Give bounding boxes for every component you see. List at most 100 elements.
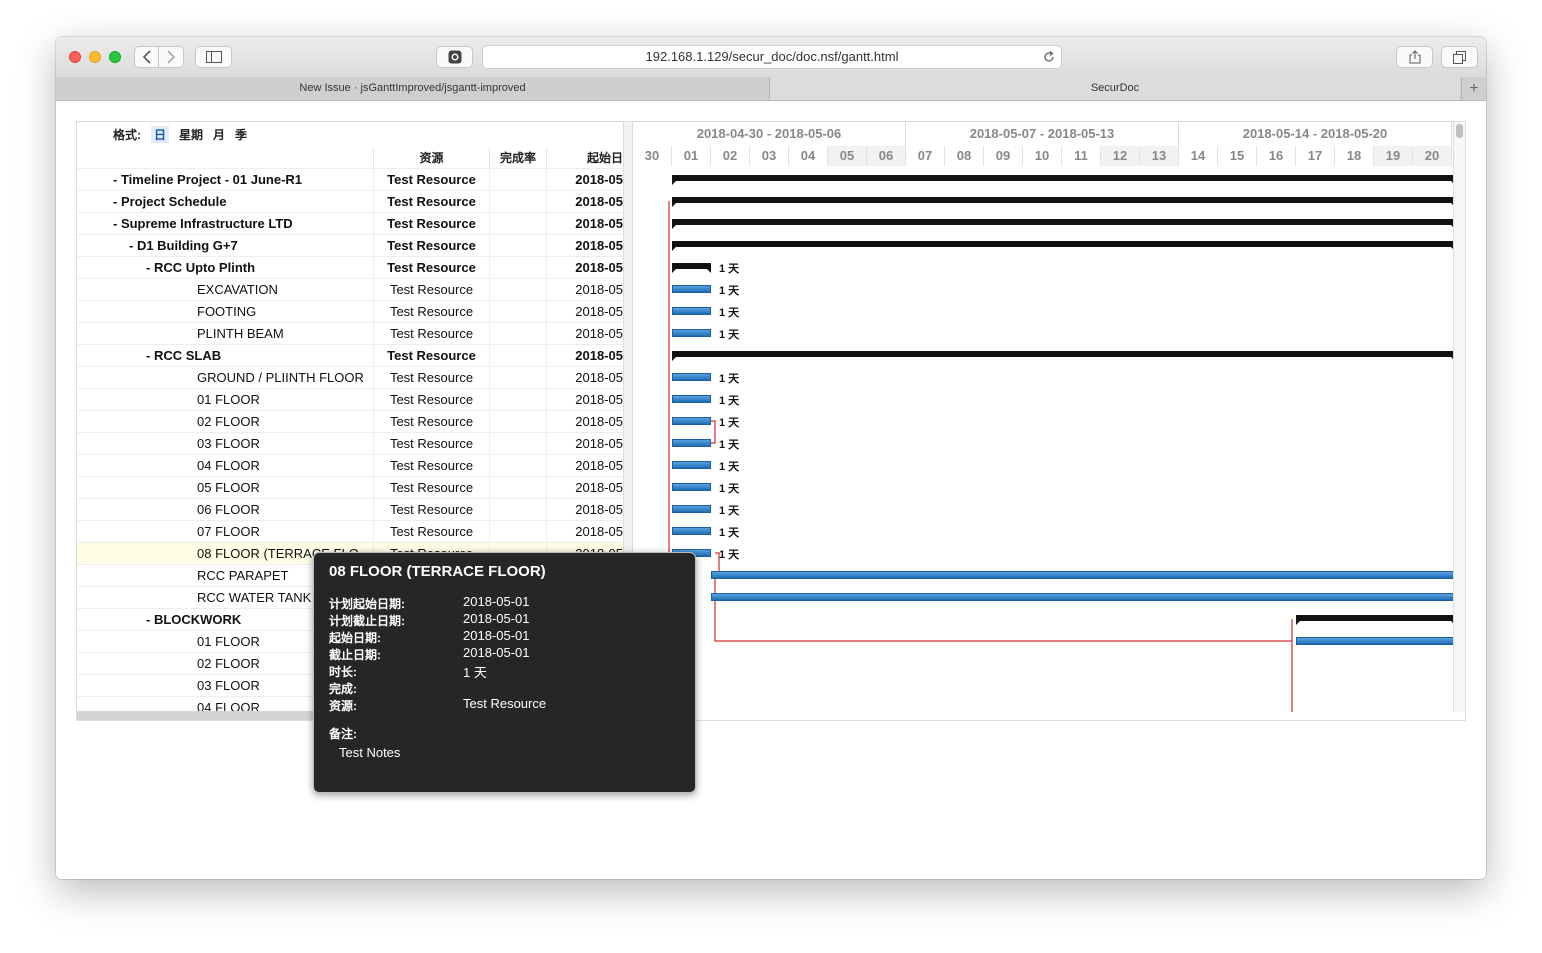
format-label: 格式: (113, 128, 141, 142)
format-option-quarter[interactable]: 季 (235, 126, 247, 143)
new-tab-button[interactable]: + (1461, 77, 1486, 100)
task-complete (489, 323, 546, 344)
task-name: - Project Schedule (113, 194, 227, 209)
zoom-window-button[interactable] (109, 51, 121, 63)
task-resource: Test Resource (373, 455, 489, 476)
forward-button[interactable] (159, 46, 184, 68)
task-bar[interactable] (672, 307, 711, 315)
group-bar[interactable] (672, 175, 1455, 185)
task-complete (489, 499, 546, 520)
tooltip-title: 08 FLOOR (TERRACE FLOOR) (329, 563, 546, 580)
task-group-row[interactable]: - Timeline Project - 01 June-R1 Test Reso… (77, 168, 623, 190)
task-name: - RCC Upto Plinth (146, 260, 256, 275)
task-bar[interactable] (672, 527, 711, 535)
task-row[interactable]: 01 FLOOR Test Resource 2018-05 (77, 388, 623, 410)
task-complete (489, 345, 546, 366)
task-row[interactable]: 02 FLOOR Test Resource 2018-05 (77, 410, 623, 432)
task-bar[interactable] (672, 285, 711, 293)
task-row[interactable]: PLINTH BEAM Test Resource 2018-05 (77, 322, 623, 344)
reload-icon[interactable] (1043, 51, 1055, 63)
task-bar[interactable] (711, 593, 1455, 601)
task-row[interactable]: 05 FLOOR Test Resource 2018-05 (77, 476, 623, 498)
sidebar-icon (205, 51, 222, 63)
group-bar[interactable] (672, 263, 711, 273)
task-resource: Test Resource (373, 345, 489, 366)
task-bar[interactable] (711, 571, 1455, 579)
task-group-row[interactable]: - D1 Building G+7 Test Resource 2018-05 (77, 234, 623, 256)
column-header-complete: 完成率 (489, 148, 546, 168)
share-icon (1409, 50, 1420, 64)
group-bar[interactable] (672, 219, 1455, 229)
task-row[interactable]: 06 FLOOR Test Resource 2018-05 (77, 498, 623, 520)
task-row[interactable]: 07 FLOOR Test Resource 2018-05 (77, 520, 623, 542)
day-header: 01 (672, 146, 711, 166)
vertical-scrollbar[interactable] (1453, 122, 1465, 712)
task-complete (489, 367, 546, 388)
task-row[interactable]: GROUND / PLIINTH FLOOR Test Resource 2018-… (77, 366, 623, 388)
group-bar[interactable] (672, 197, 1455, 207)
address-bar[interactable]: 192.168.1.129/secur_doc/doc.nsf/gantt.ht… (482, 45, 1062, 69)
task-bar[interactable] (672, 417, 711, 425)
task-complete (489, 455, 546, 476)
task-resource: Test Resource (373, 169, 489, 190)
task-row[interactable]: 03 FLOOR Test Resource 2018-05 (77, 432, 623, 454)
day-header: 02 (711, 146, 750, 166)
week-header: 2018-04-30 - 2018-05-06 (633, 122, 906, 146)
task-start-date: 2018-05 (546, 367, 623, 388)
task-resource: Test Resource (373, 279, 489, 300)
group-bar[interactable] (672, 241, 1455, 251)
tooltip-field-label: 计划起始日期: (329, 597, 405, 611)
share-button[interactable] (1396, 46, 1433, 68)
task-start-date: 2018-05 (546, 279, 623, 300)
task-row[interactable]: FOOTING Test Resource 2018-05 (77, 300, 623, 322)
group-bar[interactable] (672, 351, 1455, 361)
plus-icon: + (1469, 80, 1479, 97)
duration-label: 1 天 (719, 439, 740, 451)
day-header: 15 (1218, 146, 1257, 166)
task-bar[interactable] (672, 329, 711, 337)
task-group-row[interactable]: - RCC Upto Plinth Test Resource 2018-05 (77, 256, 623, 278)
day-header: 19 (1374, 146, 1413, 166)
task-group-row[interactable]: - Supreme Infrastructure LTD Test Resourc… (77, 212, 623, 234)
tooltip-field-value: 2018-05-01 (463, 628, 530, 643)
gantt-chart: 格式: 日 星期 月 季 资源 完成率 起始日 - Timeline Proje… (76, 121, 1466, 722)
task-bar[interactable] (672, 373, 711, 381)
task-row[interactable]: 04 FLOOR Test Resource 2018-05 (77, 454, 623, 476)
task-bar[interactable] (672, 395, 711, 403)
tab-securdoc[interactable]: SecurDoc (770, 77, 1460, 100)
task-group-row[interactable]: - RCC SLAB Test Resource 2018-05 (77, 344, 623, 366)
task-name: PLINTH BEAM (197, 326, 284, 341)
privacy-report-button[interactable] (436, 46, 473, 68)
scrollbar-thumb[interactable] (1456, 124, 1463, 138)
day-header: 10 (1023, 146, 1062, 166)
tab-new-issue[interactable]: New Issue · jsGanttImproved/jsgantt-impr… (56, 77, 770, 100)
close-window-button[interactable] (69, 51, 81, 63)
task-bar[interactable] (672, 439, 711, 447)
task-resource: Test Resource (373, 191, 489, 212)
tabs-overview-button[interactable] (1441, 46, 1478, 68)
duration-label: 1 天 (719, 417, 740, 429)
task-bar[interactable] (672, 505, 711, 513)
task-row[interactable]: EXCAVATION Test Resource 2018-05 (77, 278, 623, 300)
task-start-date: 2018-05 (546, 433, 623, 454)
task-bar[interactable] (672, 483, 711, 491)
tooltip-field-value: 2018-05-01 (463, 645, 530, 660)
minimize-window-button[interactable] (89, 51, 101, 63)
format-option-day[interactable]: 日 (151, 126, 170, 143)
task-bar[interactable] (1296, 637, 1455, 645)
format-option-week[interactable]: 星期 (179, 126, 203, 143)
day-header: 08 (945, 146, 984, 166)
duration-label: 1 天 (719, 527, 740, 539)
back-button[interactable] (134, 46, 159, 68)
task-complete (489, 257, 546, 278)
task-start-date: 2018-05 (546, 257, 623, 278)
format-option-month[interactable]: 月 (213, 126, 225, 143)
task-start-date: 2018-05 (546, 323, 623, 344)
task-name: EXCAVATION (197, 282, 278, 297)
task-group-row[interactable]: - Project Schedule Test Resource 2018-05 (77, 190, 623, 212)
task-name: GROUND / PLIINTH FLOOR (197, 370, 364, 385)
group-bar[interactable] (1296, 615, 1455, 625)
sidebar-button[interactable] (195, 46, 232, 68)
task-start-date: 2018-05 (546, 345, 623, 366)
task-bar[interactable] (672, 461, 711, 469)
